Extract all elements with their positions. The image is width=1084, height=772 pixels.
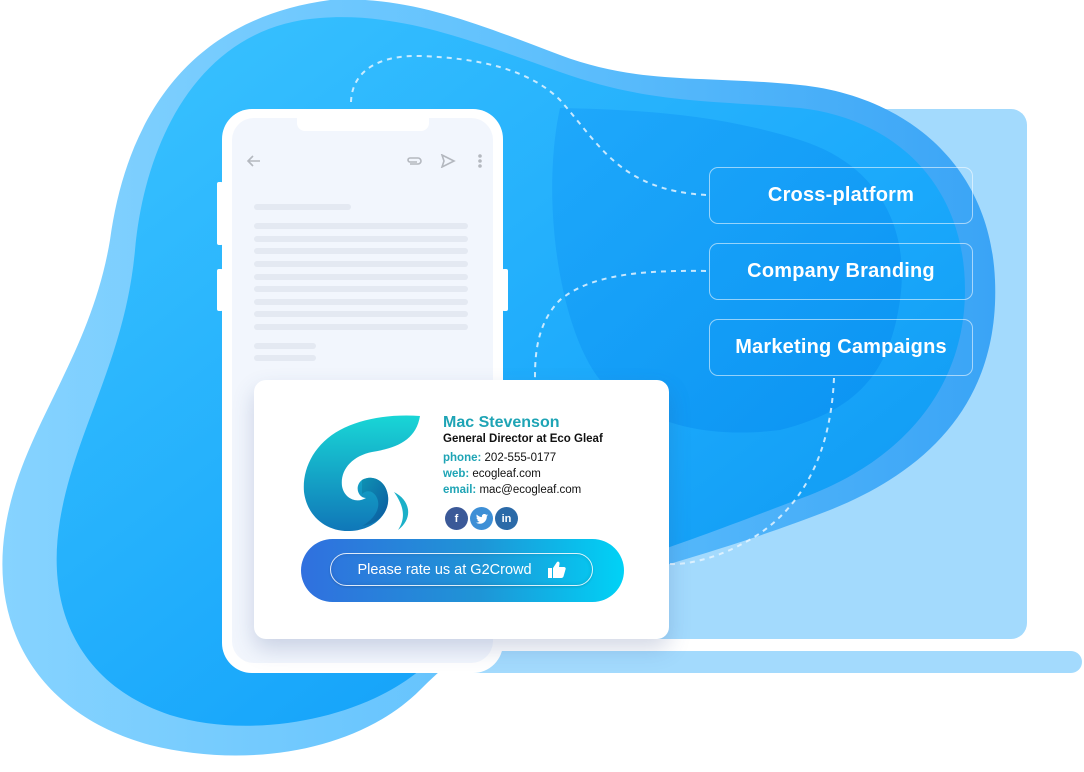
compose-toolbar xyxy=(232,150,493,174)
skeleton-line xyxy=(254,299,468,305)
web-label: web: xyxy=(443,468,470,480)
social-links: f in xyxy=(445,507,518,530)
paperclip-icon[interactable] xyxy=(403,150,425,172)
email-label: email: xyxy=(443,484,477,496)
phone-label: phone: xyxy=(443,452,482,464)
more-vertical-icon[interactable] xyxy=(469,150,491,172)
signature-name: Mac Stevenson xyxy=(443,414,560,431)
skeleton-line xyxy=(254,236,468,242)
skeleton-line xyxy=(254,324,468,330)
phone-value[interactable]: 202-555-0177 xyxy=(485,452,557,464)
send-icon[interactable] xyxy=(437,150,459,172)
web-link[interactable]: ecogleaf.com xyxy=(472,468,540,480)
feature-label: Company Branding xyxy=(747,260,935,282)
signature-title: General Director at Eco Gleaf xyxy=(443,433,603,445)
skeleton-line xyxy=(254,248,468,254)
facebook-icon[interactable]: f xyxy=(445,507,468,530)
feature-label: Marketing Campaigns xyxy=(735,336,947,358)
skeleton-line xyxy=(254,204,351,210)
phone-side-button xyxy=(217,182,223,245)
twitter-icon[interactable] xyxy=(470,507,493,530)
phone-notch xyxy=(297,118,429,131)
skeleton-line xyxy=(254,274,468,280)
skeleton-line xyxy=(254,311,468,317)
feature-company-branding: Company Branding xyxy=(709,243,973,300)
skeleton-line xyxy=(254,261,468,267)
rate-us-button[interactable]: Please rate us at G2Crowd xyxy=(330,553,593,586)
skeleton-line xyxy=(254,355,316,361)
thumbs-up-icon xyxy=(547,561,566,578)
feature-label: Cross-platform xyxy=(767,184,915,206)
signature-phone: phone: 202-555-0177 xyxy=(443,450,603,466)
arrow-left-icon[interactable] xyxy=(243,150,265,172)
eco-gleaf-logo xyxy=(303,415,420,532)
feature-cross-platform: Cross-platform xyxy=(709,167,973,224)
skeleton-line xyxy=(254,286,468,292)
linkedin-icon[interactable]: in xyxy=(495,507,518,530)
phone-side-button xyxy=(502,269,508,311)
skeleton-line xyxy=(254,343,316,349)
phone-side-button xyxy=(217,269,223,311)
skeleton-line xyxy=(254,223,468,229)
g2crowd-banner[interactable]: Please rate us at G2Crowd xyxy=(301,539,624,602)
rate-us-label: Please rate us at G2Crowd xyxy=(357,561,532,578)
feature-marketing-campaigns: Marketing Campaigns xyxy=(709,319,973,376)
signature-details: Mac Stevenson General Director at Eco Gl… xyxy=(443,413,603,498)
signature-email: email: mac@ecogleaf.com xyxy=(443,482,603,498)
email-link[interactable]: mac@ecogleaf.com xyxy=(479,484,581,496)
signature-web: web: ecogleaf.com xyxy=(443,466,603,482)
email-signature-card: Mac Stevenson General Director at Eco Gl… xyxy=(254,380,669,639)
